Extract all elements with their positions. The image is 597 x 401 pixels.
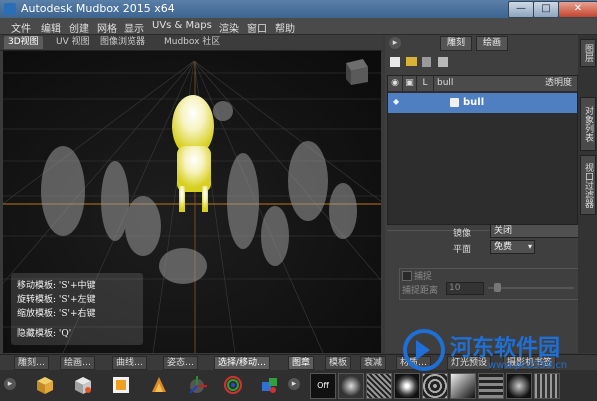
menu-render[interactable]: 渲染 (219, 20, 239, 35)
close-button[interactable]: ✕ (558, 1, 597, 18)
scale-tool-icon[interactable] (258, 374, 280, 396)
delete-layer-icon[interactable] (422, 57, 431, 67)
view-cube-icon[interactable] (346, 59, 368, 85)
select-by-uv-tool-icon[interactable] (110, 374, 132, 396)
stamp-thumbnail-5[interactable] (450, 373, 476, 399)
plane-label: 平面 (453, 245, 472, 255)
expand-arrow-icon[interactable]: ▸ (389, 37, 401, 49)
window-title: Autodesk Mudbox 2015 x64 (21, 2, 175, 15)
layer-column-header: L (417, 76, 434, 91)
capture-distance-input[interactable]: 10 (446, 282, 484, 295)
mirror-dropdown[interactable]: 关闭 ▾ (490, 224, 585, 238)
watermark-url: www.pc0359.cn (488, 360, 568, 371)
bull-model[interactable] (172, 95, 214, 212)
side-tab-layers[interactable]: 图层 (580, 39, 596, 67)
stencil-hotkey-hint: 移动模板: 'S'+中键 旋转模板: 'S'+左键 缩放模板: 'S'+右键 隐… (11, 273, 143, 345)
capture-distance-label: 捕捉距离 (402, 286, 439, 296)
lock-icon[interactable]: ▣ (403, 76, 417, 91)
tab-curve-tools[interactable]: 曲线… (112, 356, 148, 370)
maximize-button[interactable]: □ (533, 1, 559, 18)
slider-handle[interactable] (494, 283, 501, 292)
watermark-title: 河东软件园 (450, 336, 561, 361)
view-tabs: 3D视图 UV 视图 图像浏览器 Mudbox 社区 (0, 35, 382, 51)
tab-paint-tools[interactable]: 绘画… (60, 356, 96, 370)
stamp-off-thumbnail[interactable]: Off (310, 373, 336, 399)
menu-create[interactable]: 创建 (69, 20, 89, 35)
stamp-expand-arrow-icon[interactable]: ▸ (288, 378, 300, 390)
hint-hide-stencil: 隐藏模板: 'Q' (17, 329, 72, 339)
layer-list: ◉ ▣ L bull 透明度 ◆ bull (387, 75, 578, 225)
tray-expand-arrow-icon[interactable]: ▸ (4, 378, 16, 390)
side-tab-object-list[interactable]: 对象列表 (580, 97, 596, 151)
object-name: bull (463, 97, 485, 108)
hint-rotate-stencil: 旋转模板: 'S'+左键 (17, 295, 96, 305)
stamp-thumbnail-3[interactable] (394, 373, 420, 399)
tool-tray: ▸ ▸ Off (0, 370, 597, 401)
tab-stencil[interactable]: 模板 (325, 356, 352, 370)
mirror-label: 镜像 (453, 229, 472, 239)
stamp-thumbnail-2[interactable] (366, 373, 392, 399)
stamp-thumbnail-1[interactable] (338, 373, 364, 399)
layer-toolbar (390, 57, 500, 69)
title-bar: Autodesk Mudbox 2015 x64 — □ ✕ (0, 0, 597, 18)
opacity-column-header: 透明度 (540, 76, 578, 91)
rotate-tool-icon[interactable] (222, 374, 244, 396)
side-tab-strip: 图层 对象列表 视口过滤器 (578, 35, 597, 353)
translate-tool-icon[interactable] (186, 374, 208, 396)
tab-sculpt-layers[interactable]: 雕刻 (440, 36, 473, 51)
object-row-bull[interactable]: ◆ bull (388, 93, 577, 113)
menu-window[interactable]: 窗口 (247, 20, 267, 35)
row-bullet-icon: ◆ (393, 97, 400, 106)
tab-3d-view[interactable]: 3D视图 (4, 36, 43, 49)
menu-mesh[interactable]: 网格 (97, 20, 117, 35)
merge-layer-icon[interactable] (438, 57, 448, 67)
layers-panel: ▸ 雕刻 绘画 ◉ ▣ L bull 透明度 ◆ bull 镜像 关闭 ▾ 平面… (385, 35, 585, 353)
chevron-down-icon: ▾ (527, 242, 532, 251)
hint-scale-stencil: 缩放模板: 'S'+右键 (17, 309, 96, 319)
select-faces-tool-icon[interactable] (34, 374, 56, 396)
tab-sculpt-tools[interactable]: 雕刻… (14, 356, 50, 370)
stamp-thumbnail-4[interactable] (422, 373, 448, 399)
mirror-value: 关闭 (494, 226, 513, 236)
hint-move-stencil: 移动模板: 'S'+中键 (17, 281, 96, 291)
side-tab-viewport-filter[interactable]: 视口过滤器 (580, 155, 596, 215)
stamp-thumbnail-7[interactable] (506, 373, 532, 399)
capture-group: 捕捉 捕捉距离 10 (399, 268, 581, 300)
menu-file[interactable]: 文件 (11, 20, 31, 35)
visibility-eye-icon[interactable]: ◉ (388, 76, 403, 91)
mesh-object-icon (450, 98, 459, 107)
tab-image-browser[interactable]: 图像浏览器 (96, 36, 149, 49)
watermark: 河东软件园 www.pc0359.cn (402, 326, 592, 374)
tab-paint-layers[interactable]: 绘画 (476, 36, 509, 51)
tab-falloff[interactable]: 衰减 (360, 356, 387, 370)
watermark-logo-icon (403, 329, 445, 371)
capture-label: 捕捉 (414, 272, 433, 282)
mudbox-app-icon (4, 3, 16, 15)
menu-display[interactable]: 显示 (124, 20, 144, 35)
tab-stamp[interactable]: 图章 (288, 356, 315, 370)
folder-icon[interactable] (406, 57, 417, 66)
stamp-thumbnail-6[interactable] (478, 373, 504, 399)
name-column-header: bull (434, 76, 543, 91)
stamp-thumbnail-8[interactable] (534, 373, 560, 399)
plane-value: 免费 (494, 242, 513, 252)
select-vertices-tool-icon[interactable] (148, 374, 170, 396)
tab-pose-tools[interactable]: 姿态… (163, 356, 199, 370)
menu-edit[interactable]: 编辑 (41, 20, 61, 35)
menu-uvs-maps[interactable]: UVs & Maps (152, 20, 212, 31)
plane-dropdown[interactable]: 免费 ▾ (490, 240, 535, 254)
menu-help[interactable]: 帮助 (275, 20, 295, 35)
minimize-button[interactable]: — (508, 1, 534, 18)
tab-mudbox-community[interactable]: Mudbox 社区 (160, 36, 224, 49)
menu-bar: 文件 编辑 创建 网格 显示 UVs & Maps 渲染 窗口 帮助 (0, 18, 597, 35)
3d-viewport[interactable]: 移动模板: 'S'+中键 旋转模板: 'S'+左键 缩放模板: 'S'+右键 隐… (3, 51, 381, 353)
new-layer-icon[interactable] (390, 57, 400, 67)
select-objects-tool-icon[interactable] (72, 374, 94, 396)
tab-select-move-tools[interactable]: 选择/移动… (214, 356, 271, 370)
tab-uv-view[interactable]: UV 视图 (52, 36, 94, 49)
capture-checkbox[interactable] (402, 271, 412, 281)
